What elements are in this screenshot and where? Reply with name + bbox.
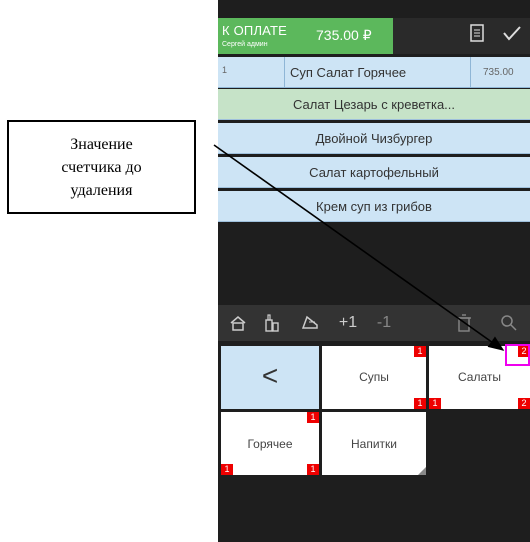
- callout-arrow: [213, 144, 505, 351]
